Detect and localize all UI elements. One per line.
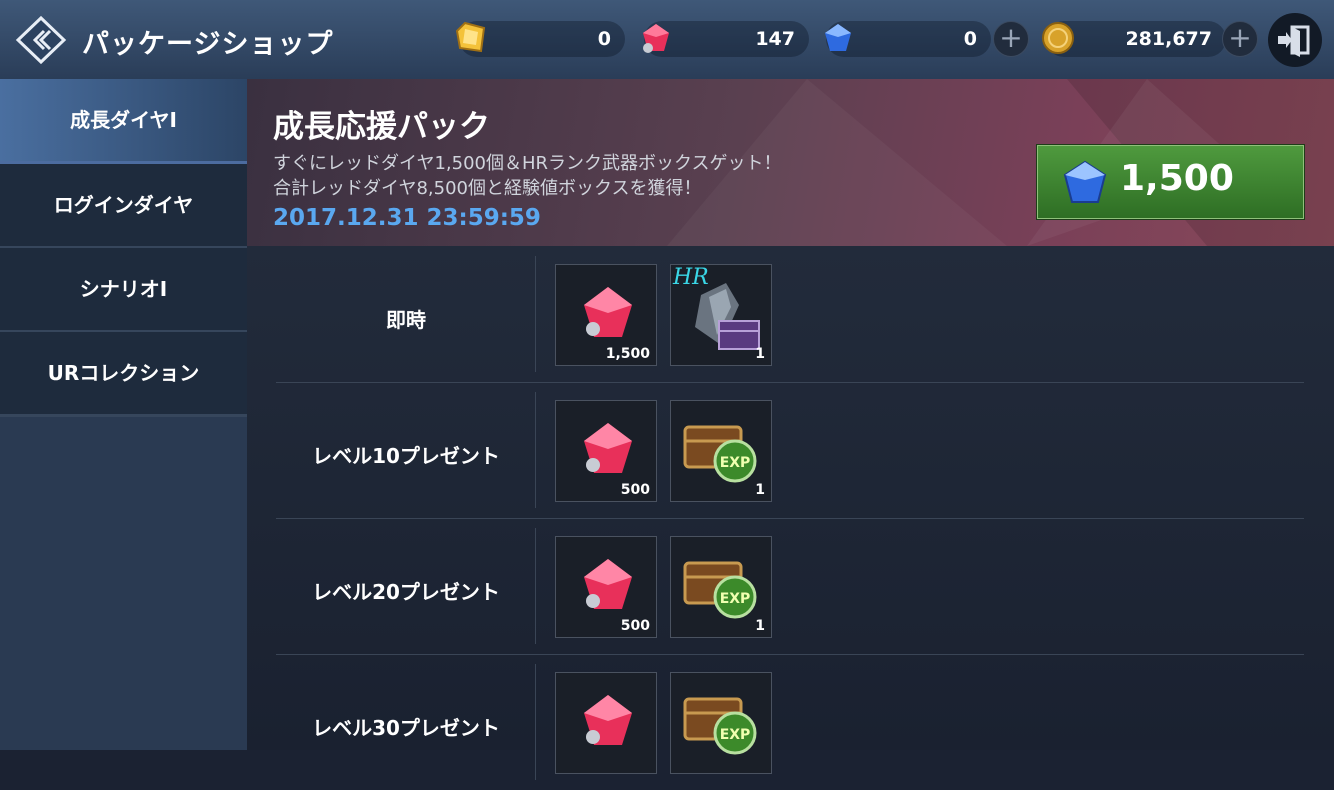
reward-item-red-diamond[interactable] [555, 672, 657, 774]
row-label: レベル10プレゼント [312, 444, 500, 468]
item-quantity: 1 [755, 482, 765, 498]
reward-item-red-diamond[interactable]: 1,500 [555, 264, 657, 366]
back-button[interactable] [14, 15, 68, 65]
exit-door-icon [1278, 25, 1310, 57]
sidebar-item-ur-collection[interactable]: URコレクション [0, 332, 247, 417]
add-blue-diamond-button[interactable]: + [993, 21, 1029, 57]
exp-label: EXP [720, 455, 751, 471]
hr-rank-tag: HR [673, 265, 709, 290]
blue-diamond-icon [825, 24, 851, 51]
row-label: レベル30プレゼント [312, 716, 500, 740]
yellow-gem-icon [455, 21, 486, 53]
item-quantity: 500 [620, 618, 650, 634]
exp-label: EXP [720, 727, 751, 743]
package-description-line2: 合計レッドダイヤ8,500個と経験値ボックスを獲得！ [273, 178, 702, 199]
exit-button[interactable] [1268, 13, 1322, 67]
top-bar: パッケージショップ 0 147 0 + 281,677 + [0, 0, 1334, 79]
yellow-gem-count: 0 [597, 28, 611, 50]
row-divider [535, 392, 536, 508]
reward-row-immediate: 即時 1,500 HR 1 [276, 246, 1304, 383]
exp-box-icon: EXP [683, 697, 757, 755]
package-description-line1: すぐにレッドダイヤ1,500個＆HRランク武器ボックスゲット！ [273, 153, 782, 174]
sidebar-item-scenario[interactable]: シナリオⅠ [0, 248, 247, 333]
sidebar-item-login-diamond[interactable]: ログインダイヤ [0, 164, 247, 249]
item-quantity: 1 [755, 618, 765, 634]
reward-row-level-30: レベル30プレゼント EXP [276, 654, 1304, 790]
row-divider [535, 528, 536, 644]
reward-item-exp-box[interactable]: EXP [670, 672, 772, 774]
reward-item-hr-weapon-box[interactable]: HR 1 [670, 264, 772, 366]
buy-button[interactable]: 1,500 [1037, 145, 1304, 219]
red-diamond-count: 147 [755, 28, 795, 50]
price-label: 1,500 [1120, 158, 1234, 199]
blue-diamond-counter: 0 [825, 21, 991, 57]
reward-row-level-20: レベル20プレゼント 500 EXP 1 [276, 518, 1304, 655]
back-icon [15, 15, 67, 65]
row-divider [535, 256, 536, 372]
blue-diamond-count: 0 [963, 28, 977, 50]
reward-item-exp-box[interactable]: EXP 1 [670, 536, 772, 638]
deadline-timer: 2017.12.31 23:59:59 [273, 205, 541, 231]
item-quantity: 1 [755, 346, 765, 362]
gold-coin-icon [1042, 22, 1074, 54]
row-label: 即時 [386, 308, 426, 332]
red-diamond-icon [584, 695, 632, 745]
row-label: レベル20プレゼント [312, 580, 500, 604]
red-diamond-counter: 147 [643, 21, 809, 57]
reward-list: 即時 1,500 HR 1 レベル10プレゼント 500 EXP 1 レベル20… [247, 246, 1334, 780]
sidebar: 成長ダイヤⅠ ログインダイヤ シナリオⅠ URコレクション [0, 79, 247, 750]
reward-row-level-10: レベル10プレゼント 500 EXP 1 [276, 382, 1304, 519]
reward-item-red-diamond[interactable]: 500 [555, 536, 657, 638]
reward-item-red-diamond[interactable]: 500 [555, 400, 657, 502]
sidebar-item-growth-diamond[interactable]: 成長ダイヤⅠ [0, 79, 247, 164]
blue-diamond-icon [1063, 160, 1107, 203]
red-diamond-icon [643, 24, 669, 53]
package-title: 成長応援パック [273, 109, 490, 145]
yellow-gem-counter: 0 [455, 21, 625, 57]
item-quantity: 1,500 [605, 346, 650, 362]
gold-coin-counter: 281,677 [1042, 21, 1226, 57]
add-gold-button[interactable]: + [1222, 21, 1258, 57]
gold-coin-count: 281,677 [1125, 28, 1212, 50]
item-quantity: 500 [620, 482, 650, 498]
package-banner: 成長応援パック すぐにレッドダイヤ1,500個＆HRランク武器ボックスゲット！ … [247, 79, 1334, 246]
reward-item-exp-box[interactable]: EXP 1 [670, 400, 772, 502]
row-divider [535, 664, 536, 780]
page-title: パッケージショップ [82, 29, 334, 60]
exp-label: EXP [720, 591, 751, 607]
